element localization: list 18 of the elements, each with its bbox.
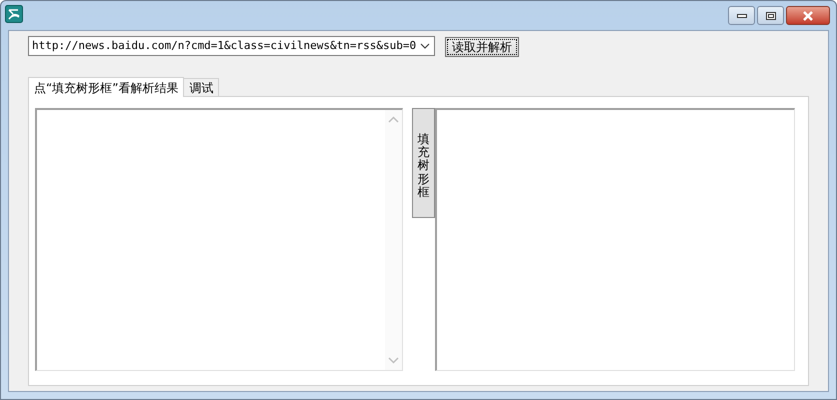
app-icon	[5, 5, 23, 23]
fill-tree-button[interactable]: 填充树形框	[412, 108, 435, 218]
tab[interactable]: 点“填充树形框”看解析结果	[28, 77, 184, 97]
close-icon	[802, 10, 814, 20]
url-text: http://news.baidu.com/n?cmd=1&class=civilnews&tn=rss&sub=0	[32, 38, 418, 54]
minimize-icon	[736, 14, 746, 18]
maximize-icon	[766, 12, 776, 20]
maximize-button[interactable]	[757, 6, 784, 25]
fetch-button[interactable]: 读取并解析	[445, 37, 519, 57]
scrollbar-track[interactable]	[385, 110, 402, 370]
tree-view[interactable]	[435, 108, 795, 371]
scroll-down-icon[interactable]	[388, 357, 399, 364]
scroll-up-icon[interactable]	[388, 116, 399, 123]
tab[interactable]: 调试	[184, 78, 220, 96]
close-button[interactable]	[786, 6, 830, 25]
url-combobox[interactable]: http://news.baidu.com/n?cmd=1&class=civilnews&tn=rss&sub=0	[28, 36, 435, 56]
text-area[interactable]	[35, 108, 403, 371]
minimize-button[interactable]	[728, 6, 755, 25]
